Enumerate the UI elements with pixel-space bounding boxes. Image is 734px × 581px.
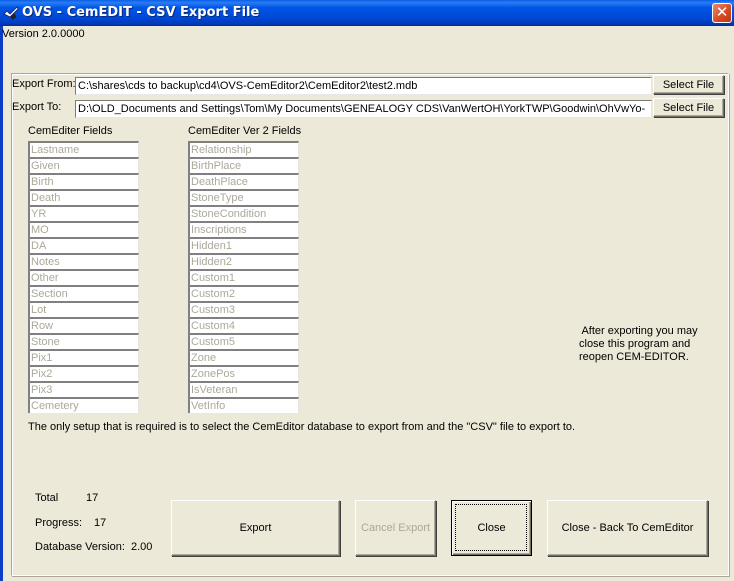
- setup-note: The only setup that is required is to se…: [28, 421, 576, 433]
- cemediter-field: Pix3: [28, 381, 139, 397]
- cemediter-field: Death: [28, 189, 139, 205]
- cemediter-field: Notes: [28, 253, 139, 269]
- cemediter-field: Lot: [28, 301, 139, 317]
- cemediter-field: DA: [28, 237, 139, 253]
- select-file-from-button[interactable]: Select File: [653, 75, 724, 94]
- ver2-field: Hidden2: [188, 253, 299, 269]
- cemediter-field: Row: [28, 317, 139, 333]
- ver2-field: VetInfo: [188, 397, 299, 413]
- cemediter-fields-header: CemEditer Fields: [28, 125, 113, 137]
- cemediter-field: Given: [28, 157, 139, 173]
- ver2-field: Inscriptions: [188, 221, 299, 237]
- window-title: OVS - CemEDIT - CSV Export File: [22, 5, 260, 20]
- cemediter-field: Stone: [28, 333, 139, 349]
- cemediter-field: YR: [28, 205, 139, 221]
- version-label: Version 2.0.0000: [2, 28, 85, 40]
- app-icon: [3, 6, 19, 20]
- ver2-field: Custom5: [188, 333, 299, 349]
- after-export-note: After exporting you may close this progr…: [579, 325, 719, 364]
- close-window-button[interactable]: ✕: [712, 3, 732, 23]
- note-line: close this program and: [579, 338, 691, 350]
- db-version-value: 2.00: [131, 541, 153, 553]
- ver2-field: Zone: [188, 349, 299, 365]
- db-version-label: Database Version:: [35, 541, 125, 553]
- cemediter-field: Birth: [28, 173, 139, 189]
- progress-value: 17: [94, 517, 107, 529]
- ver2-field: Custom4: [188, 317, 299, 333]
- title-bar[interactable]: OVS - CemEDIT - CSV Export File ✕: [0, 0, 734, 26]
- cemediter-field: Pix2: [28, 365, 139, 381]
- ver2-field: Custom1: [188, 269, 299, 285]
- ver2-field: BirthPlace: [188, 157, 299, 173]
- ver2-field: Relationship: [188, 141, 299, 157]
- ver2-field: StoneType: [188, 189, 299, 205]
- focus-rectangle: [455, 504, 527, 551]
- ver2-field: Hidden1: [188, 237, 299, 253]
- cancel-export-button[interactable]: Cancel Export: [355, 500, 436, 556]
- ver2-field: Custom2: [188, 285, 299, 301]
- total-value: 17: [86, 492, 99, 504]
- cemediter-fields-list: Lastname Given Birth Death YR MO DA Notes Other S…: [28, 141, 139, 413]
- ver2-field: Custom3: [188, 301, 299, 317]
- export-from-label: Export From:: [12, 78, 76, 90]
- export-to-input[interactable]: D:\OLD_Documents and Settings\Tom\My Doc…: [75, 100, 652, 118]
- close-icon: ✕: [715, 3, 729, 21]
- close-button[interactable]: Close: [451, 500, 532, 556]
- cemediter-field: MO: [28, 221, 139, 237]
- cemediter-field: Cemetery: [28, 397, 139, 413]
- export-from-input[interactable]: C:\shares\cds to backup\cd4\OVS-CemEdito…: [75, 77, 652, 95]
- select-file-to-button[interactable]: Select File: [653, 98, 724, 117]
- cemediter-field: Other: [28, 269, 139, 285]
- ver2-field: DeathPlace: [188, 173, 299, 189]
- ver2-field: IsVeteran: [188, 381, 299, 397]
- ver2-field: StoneCondition: [188, 205, 299, 221]
- ver2-field: ZonePos: [188, 365, 299, 381]
- cemediter-field: Lastname: [28, 141, 139, 157]
- ver2-fields-list: Relationship BirthPlace DeathPlace StoneTyp…: [188, 141, 299, 413]
- progress-label: Progress:: [35, 517, 83, 529]
- ver2-fields-header: CemEditer Ver 2 Fields: [188, 125, 302, 137]
- total-label: Total: [35, 492, 59, 504]
- export-to-label: Export To:: [12, 101, 62, 113]
- close-back-button[interactable]: Close - Back To CemEditor: [547, 500, 708, 556]
- note-line: After exporting you may: [579, 325, 698, 337]
- cemediter-field: Section: [28, 285, 139, 301]
- window-border: [0, 26, 3, 581]
- cemediter-field: Pix1: [28, 349, 139, 365]
- note-line: reopen CEM-EDITOR.: [579, 351, 689, 363]
- export-button[interactable]: Export: [171, 500, 340, 556]
